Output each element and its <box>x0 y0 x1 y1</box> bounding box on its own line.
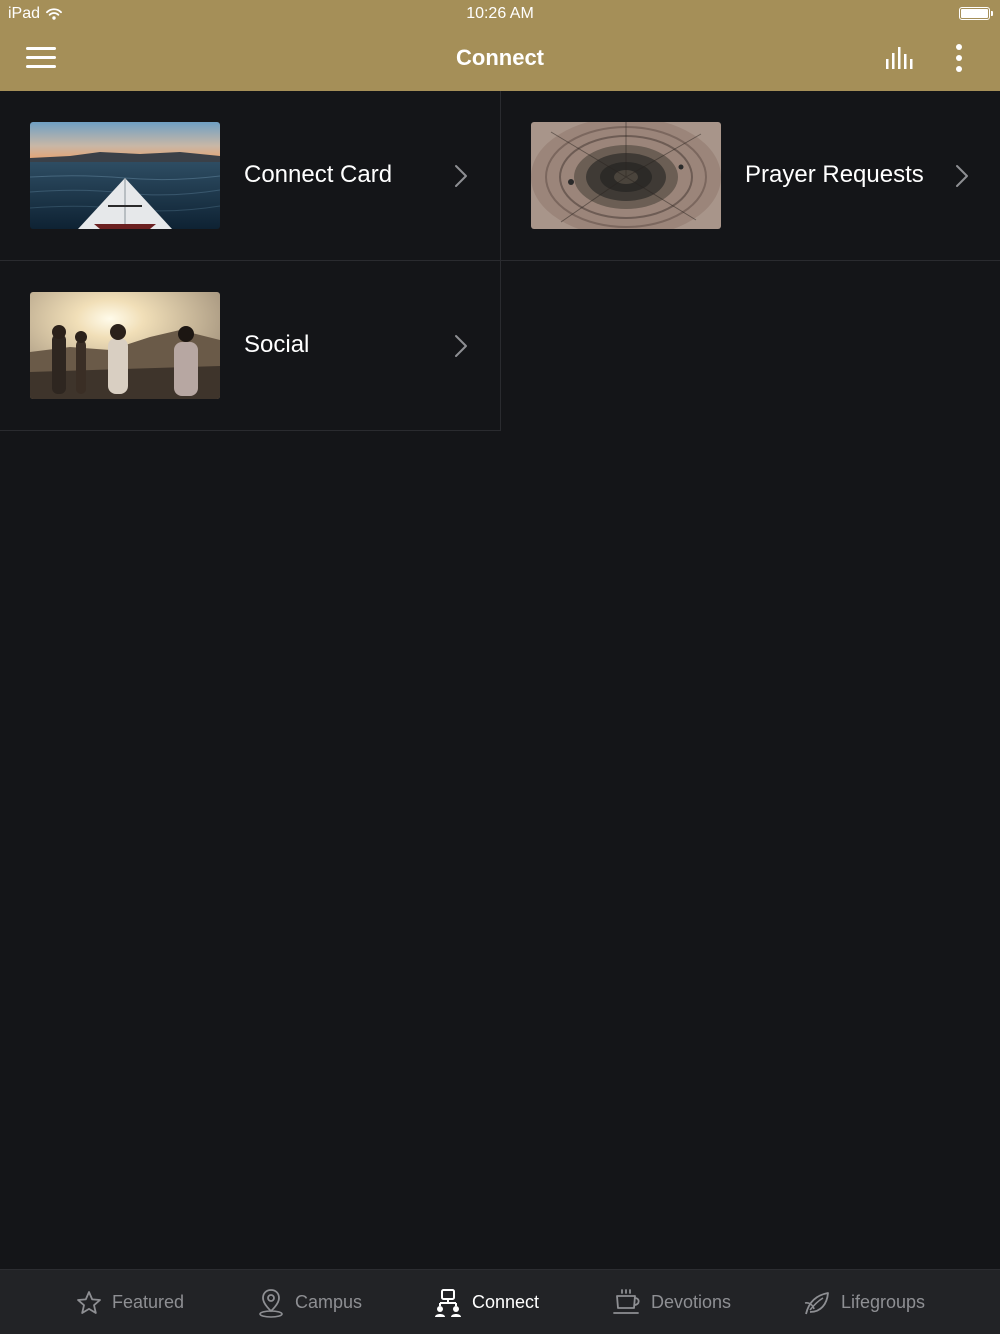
tab-label: Campus <box>295 1292 363 1312</box>
status-bar: iPad 10:26 AM <box>0 0 1000 27</box>
item-label: Connect Card <box>244 161 393 188</box>
connect-card-item[interactable]: Connect Card <box>0 91 501 261</box>
battery-icon <box>959 7 993 20</box>
prayer-requests-item[interactable]: Prayer Requests <box>501 91 1000 261</box>
chevron-right-icon <box>956 165 968 187</box>
tab-featured[interactable]: Featured <box>76 1270 184 1334</box>
chevron-right-icon <box>455 165 467 187</box>
coffee-cup-icon <box>613 1288 640 1314</box>
chevron-right-icon <box>455 335 467 357</box>
map-pin-icon <box>259 1288 283 1318</box>
friends-sunset-photo <box>30 292 220 399</box>
tab-label: Connect <box>472 1292 540 1312</box>
audio-bars-button[interactable] <box>884 45 918 73</box>
page-title: Connect <box>456 45 544 70</box>
vertical-dots-icon <box>956 44 962 72</box>
status-time: 10:26 AM <box>466 5 534 22</box>
audio-bars-icon <box>886 47 913 69</box>
item-label: Social <box>244 331 310 358</box>
tab-connect[interactable]: Connect <box>434 1270 539 1334</box>
kayak-lake-photo <box>30 122 220 229</box>
top-bar: iPad 10:26 AM Connect <box>0 0 1000 91</box>
tab-label: Devotions <box>651 1292 732 1312</box>
bottom-tab-bar: Featured Campus Connect Devotions Lifegr… <box>0 1269 1000 1334</box>
tab-lifegroups[interactable]: Lifegroups <box>803 1270 925 1334</box>
leaf-icon <box>804 1291 829 1314</box>
tree-rings-photo <box>531 122 721 229</box>
star-icon <box>77 1290 101 1314</box>
item-label: Prayer Requests <box>745 161 924 188</box>
social-item[interactable]: Social <box>0 261 501 431</box>
tab-campus[interactable]: Campus <box>257 1270 362 1334</box>
tab-devotions[interactable]: Devotions <box>613 1270 731 1334</box>
navigation-bar: Connect <box>0 27 1000 91</box>
tab-label: Lifegroups <box>841 1292 926 1312</box>
tab-label: Featured <box>112 1292 185 1312</box>
connect-people-icon <box>435 1288 461 1317</box>
more-options-button[interactable] <box>950 43 968 73</box>
